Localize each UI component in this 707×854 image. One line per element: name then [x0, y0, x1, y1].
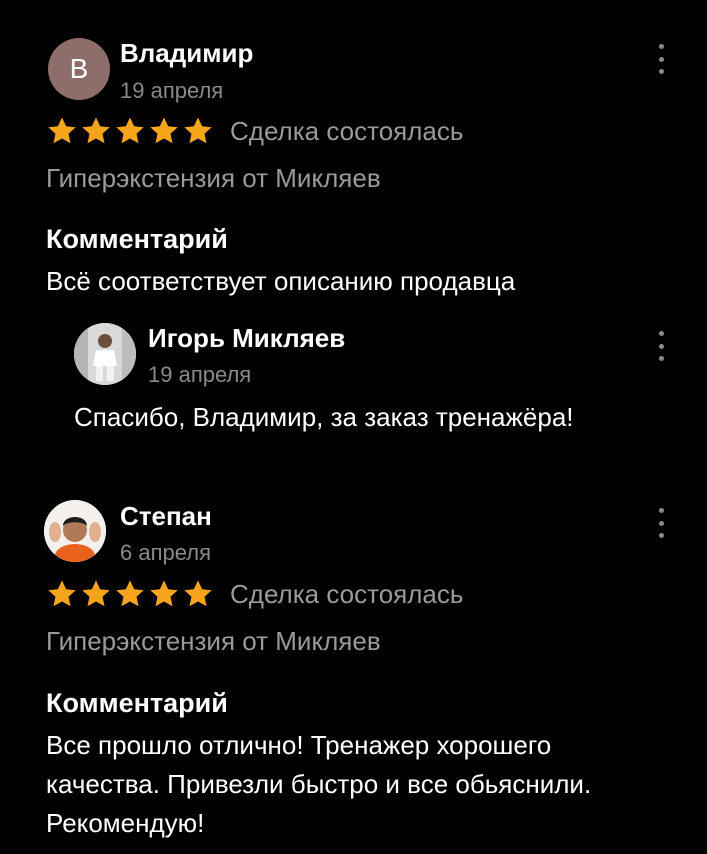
star-icon	[48, 580, 76, 607]
avatar[interactable]: В	[48, 38, 110, 100]
star-icon	[184, 580, 212, 607]
star-icon	[116, 580, 144, 607]
rating-row: Сделка состоялась	[46, 578, 463, 610]
product-link[interactable]: Гиперэкстензия от Микляев	[46, 626, 381, 657]
more-options-icon[interactable]	[656, 508, 666, 538]
star-icon	[150, 580, 178, 607]
avatar[interactable]	[74, 323, 136, 385]
comment-text: Всё соответствует описанию продавца	[46, 266, 516, 296]
comment-text: Все прошло отлично! Тренажер хорошего ка…	[46, 730, 592, 838]
star-rating	[46, 115, 214, 147]
star-icon	[48, 117, 76, 144]
product-link[interactable]: Гиперэкстензия от Микляев	[46, 163, 381, 194]
reply-date: 19 апреля	[148, 362, 252, 387]
more-options-icon[interactable]	[656, 44, 666, 74]
review-date: 6 апреля	[120, 540, 211, 565]
seller-name[interactable]: Игорь Микляев	[148, 323, 345, 354]
more-options-icon[interactable]	[656, 331, 666, 361]
review-date: 19 апреля	[120, 78, 224, 103]
deal-status: Сделка состоялась	[230, 578, 464, 609]
review-card: В Владимир 19 апреля Сделка состоялась Г…	[0, 0, 707, 470]
deal-status: Сделка состоялась	[230, 115, 464, 146]
comment-heading: Комментарий	[46, 688, 228, 718]
star-icon	[184, 117, 212, 144]
star-icon	[82, 580, 110, 607]
comment-heading: Комментарий	[46, 224, 228, 254]
star-icon	[150, 117, 178, 144]
user-photo-icon	[44, 500, 106, 562]
user-photo-icon	[74, 323, 136, 385]
star-icon	[116, 117, 144, 144]
reviewer-name[interactable]: Степан	[120, 501, 212, 532]
rating-row: Сделка состоялась	[46, 115, 463, 147]
reply-text: Спасибо, Владимир, за заказ тренажёра!	[74, 402, 574, 432]
review-card: Степан 6 апреля Сделка состоялась Гиперэ…	[0, 470, 707, 854]
star-icon	[82, 117, 110, 144]
avatar[interactable]	[44, 500, 106, 562]
reviewer-name[interactable]: Владимир	[120, 38, 253, 69]
star-rating	[46, 578, 214, 610]
